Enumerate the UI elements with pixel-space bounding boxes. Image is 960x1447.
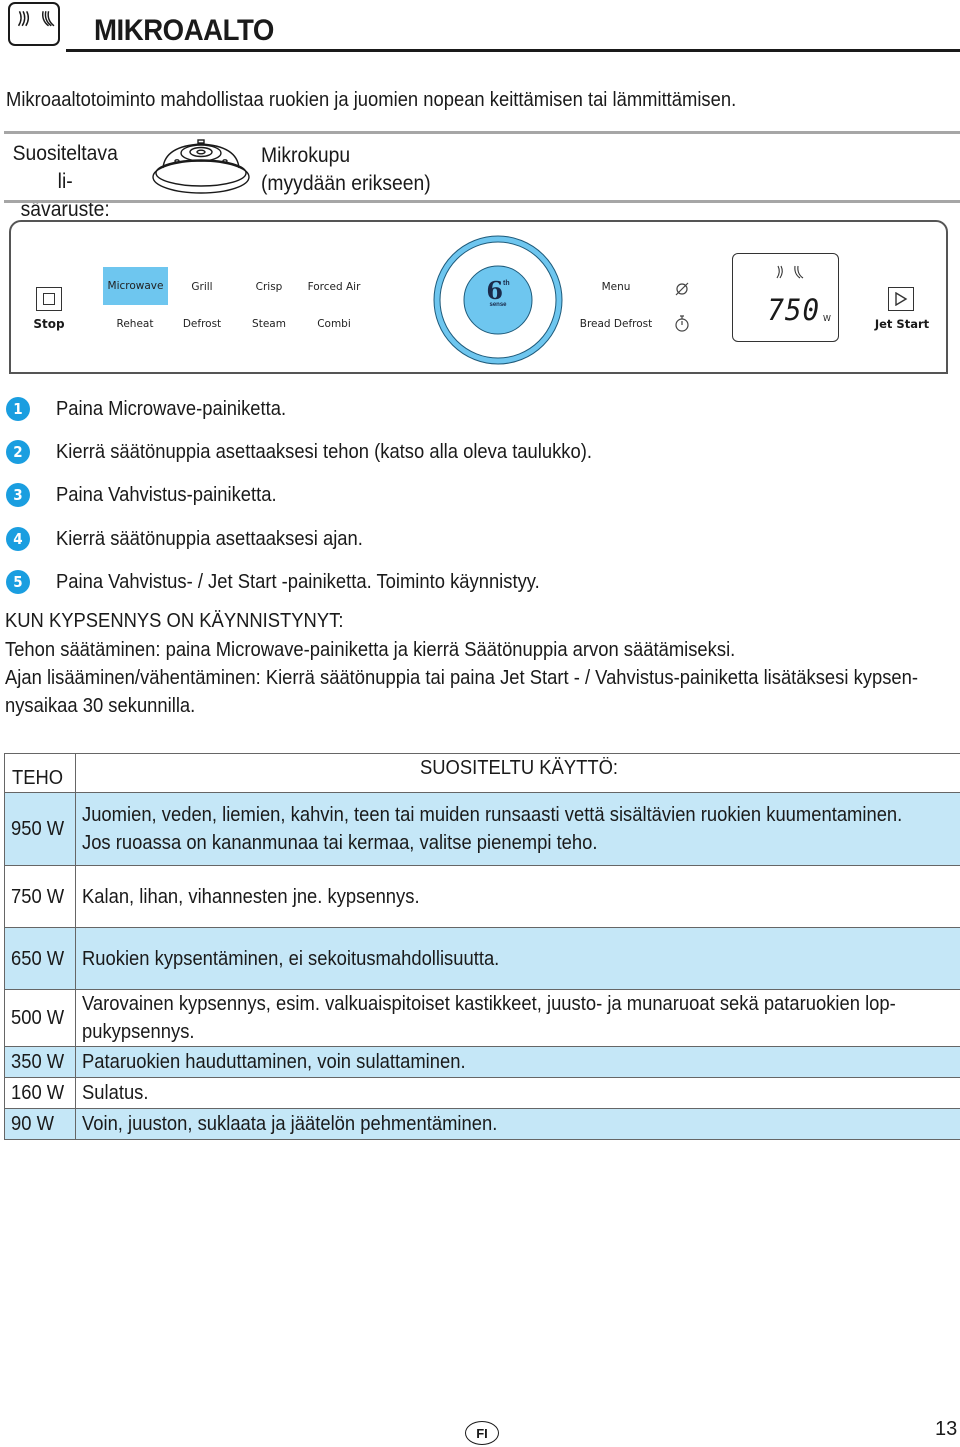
power-value: 350 W — [11, 1051, 65, 1073]
step-number-badge: 1 — [6, 397, 30, 421]
power-value: 500 W — [11, 1007, 65, 1029]
use-cell: Varovainen kypsennys, esim. valkuaispito… — [74, 989, 960, 1047]
step-number-badge: 2 — [6, 440, 30, 464]
timer-icon[interactable] — [674, 315, 690, 333]
intro-text: Mikroaaltotoiminto mahdollistaa ruokien … — [6, 89, 737, 111]
table-row: 650 W Ruokien kypsentäminen, ei sekoitus… — [4, 927, 960, 990]
power-cell: 350 W — [4, 1046, 76, 1078]
power-cell: 650 W — [4, 927, 76, 990]
use-text: Sulatus. — [81, 1082, 149, 1104]
microwave-label: Microwave — [107, 280, 164, 292]
page-title: MIKROAALTO — [94, 14, 274, 47]
accessory-name: Mikrokupu (myydään erikseen) — [261, 142, 431, 198]
step-text: Paina Vahvistus- / Jet Start -painiketta… — [56, 570, 540, 593]
step-item: 2 Kierrä säätönuppia asettaaksesi tehon … — [6, 438, 592, 466]
power-cell: 500 W — [4, 989, 76, 1047]
use-cell: Pataruokien hauduttaminen, voin sulattam… — [74, 1046, 960, 1078]
step-text: Paina Microwave-painiketta. — [56, 397, 287, 420]
step-text: Paina Vahvistus-painiketta. — [56, 483, 277, 506]
stop-label: Stop — [33, 317, 65, 331]
table-row: 950 W Juomien, veden, liemien, kahvin, t… — [4, 792, 960, 866]
step-number-badge: 5 — [6, 570, 30, 594]
microwave-button[interactable]: Microwave — [103, 267, 168, 305]
microwave-cover-icon — [150, 135, 252, 199]
header-power-text: TEHO — [12, 767, 64, 789]
header-power: TEHO — [4, 753, 76, 793]
power-cell: 950 W — [4, 792, 76, 866]
step-text: Kierrä säätönuppia asettaaksesi ajan. — [56, 527, 363, 550]
use-cell: Kalan, lihan, vihannesten jne. kypsennys… — [74, 865, 960, 928]
use-cell: Voin, juuston, suklaata ja jäätelön pehm… — [74, 1108, 960, 1140]
table-row: 750 W Kalan, lihan, vihannesten jne. kyp… — [4, 865, 960, 928]
table-header-row: TEHO SUOSITELTU KÄYTTÖ: — [4, 753, 960, 793]
bread-defrost-button[interactable]: Bread Defrost — [576, 318, 656, 330]
power-value: 160 W — [11, 1082, 65, 1104]
display-unit: W — [823, 314, 831, 323]
header-use: SUOSITELTU KÄYTTÖ: — [74, 753, 960, 793]
accessory-label-line: Suositeltava li- — [12, 142, 118, 193]
power-value: 650 W — [11, 947, 65, 970]
step-item: 3 Paina Vahvistus-painiketta. — [6, 481, 277, 509]
step-item: 5 Paina Vahvistus- / Jet Start -painiket… — [6, 568, 540, 596]
accessory-name-line: Mikrokupu — [261, 144, 351, 167]
power-value: 950 W — [11, 818, 65, 840]
menu-button[interactable]: Menu — [576, 281, 656, 293]
use-cell: Ruokien kypsentäminen, ei sekoitusmahdol… — [74, 927, 960, 990]
use-text: pukypsennys. — [81, 1021, 195, 1043]
power-value: 750 W — [11, 885, 65, 908]
step-number-badge: 4 — [6, 527, 30, 551]
table-row: 350 W Pataruokien hauduttaminen, voin su… — [4, 1046, 960, 1078]
during-cooking-power-text: Tehon säätäminen: paina Microwave-painik… — [5, 639, 736, 661]
during-cooking-time-text: Ajan lisääminen/vähentäminen: Kierrä sää… — [5, 667, 918, 689]
power-value: 90 W — [11, 1113, 54, 1135]
use-text: Kalan, lihan, vihannesten jne. kypsennys… — [81, 885, 420, 908]
logo-superscript: th — [503, 280, 510, 287]
page-number: 13 — [935, 1418, 958, 1440]
microwave-indicator-icon — [774, 264, 804, 280]
step-number-badge: 3 — [6, 483, 30, 507]
display-power-value: 750 — [767, 293, 821, 327]
forced-air-button[interactable]: Forced Air — [294, 281, 374, 293]
power-cell: 90 W — [4, 1108, 76, 1140]
use-text: Juomien, veden, liemien, kahvin, teen ta… — [81, 804, 903, 826]
table-row: 160 W Sulatus. — [4, 1077, 960, 1109]
use-cell: Sulatus. — [74, 1077, 960, 1109]
accessory-bottom-divider — [4, 200, 960, 203]
microwave-waves-icon — [8, 2, 60, 46]
during-cooking-heading: KUN KYPSENNYS ON KÄYNNISTYNYT: — [5, 610, 344, 632]
step-item: 1 Paina Microwave-painiketta. — [6, 395, 286, 423]
use-text: Jos ruoassa on kananmunaa tai kermaa, va… — [81, 832, 598, 854]
step-item: 4 Kierrä säätönuppia asettaaksesi ajan. — [6, 525, 363, 553]
during-cooking-time-text-cont: nysaikaa 30 sekunnilla. — [5, 695, 196, 717]
stop-button[interactable] — [36, 287, 62, 311]
power-cell: 750 W — [4, 865, 76, 928]
accessory-top-divider — [4, 131, 960, 134]
disable-grill-icon[interactable] — [674, 281, 690, 297]
power-table: TEHO SUOSITELTU KÄYTTÖ: 950 W Juomien, v… — [4, 753, 960, 1140]
logo-number: 6 — [486, 276, 504, 305]
use-text: Ruokien kypsentäminen, ei sekoitusmahdol… — [81, 947, 500, 970]
jet-start-label: Jet Start — [874, 317, 930, 331]
title-underline — [66, 49, 960, 52]
combi-button[interactable]: Combi — [294, 318, 374, 330]
table-row: 90 W Voin, juuston, suklaata ja jäätelön… — [4, 1108, 960, 1140]
accessory-name-line: (myydään erikseen) — [261, 172, 431, 195]
power-cell: 160 W — [4, 1077, 76, 1109]
header-use-text: SUOSITELTU KÄYTTÖ: — [420, 757, 619, 779]
use-text: Voin, juuston, suklaata ja jäätelön pehm… — [81, 1113, 498, 1135]
use-text: Pataruokien hauduttaminen, voin sulattam… — [81, 1051, 466, 1073]
sixth-sense-logo: 6th sense — [482, 279, 514, 309]
table-row: 500 W Varovainen kypsennys, esim. valkua… — [4, 989, 960, 1047]
use-text: Varovainen kypsennys, esim. valkuaispito… — [81, 993, 896, 1015]
play-icon — [895, 292, 908, 306]
step-text: Kierrä säätönuppia asettaaksesi tehon (k… — [56, 440, 592, 463]
use-cell: Juomien, veden, liemien, kahvin, teen ta… — [74, 792, 960, 866]
language-badge: FI — [465, 1421, 499, 1445]
jet-start-button[interactable] — [888, 287, 914, 311]
accessory-label: Suositeltava li- sävaruste: — [10, 140, 120, 224]
stop-icon — [43, 293, 55, 305]
